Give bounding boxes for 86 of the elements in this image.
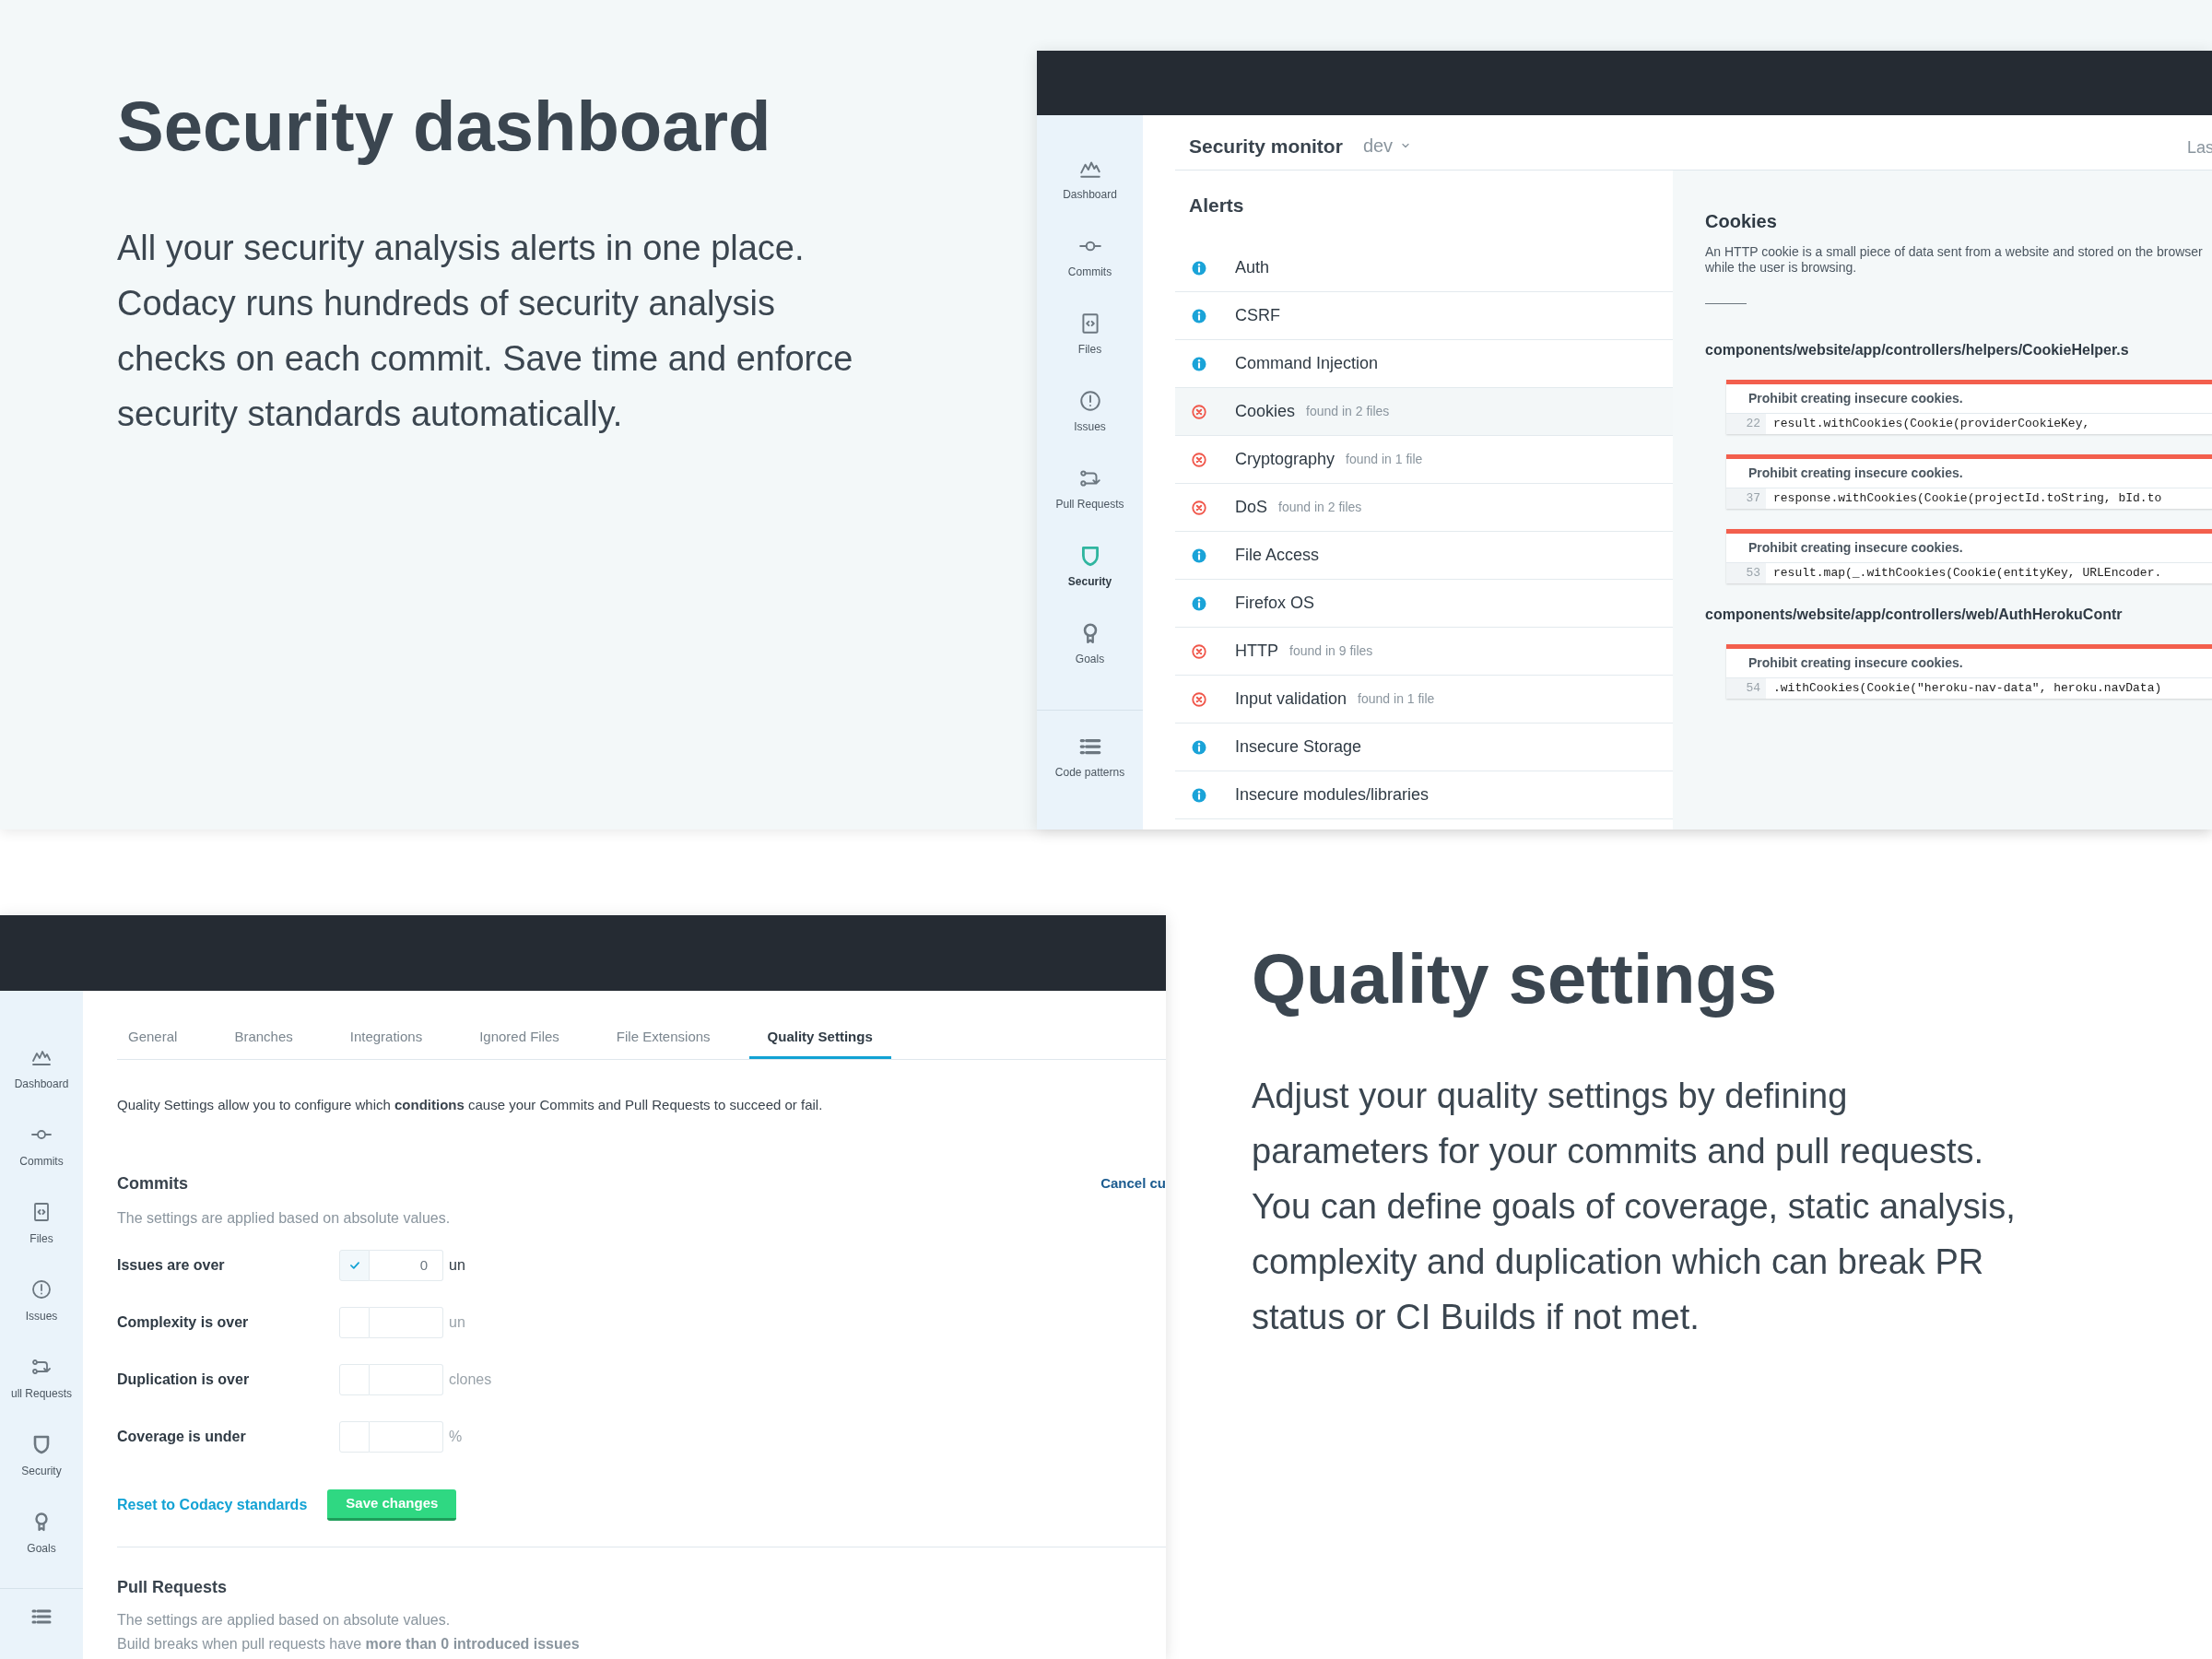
alert-name: HTTP — [1235, 641, 1278, 662]
sidebar-item[interactable]: Dashboard — [0, 1046, 83, 1124]
tab[interactable]: Ignored Files — [461, 1018, 578, 1059]
alert-name: Input validation — [1235, 688, 1347, 710]
sidebar-item[interactable]: Goals — [0, 1511, 83, 1588]
tab[interactable]: Quality Settings — [748, 1018, 891, 1059]
file-path: components/website/app/controllers/web/AuthHerokuContr — [1705, 606, 2124, 624]
alert-name: CSRF — [1235, 305, 1280, 326]
alert-detail: found in 2 files — [1278, 499, 1362, 516]
number-field[interactable] — [370, 1363, 443, 1395]
alert-name: Insecure Storage — [1235, 736, 1362, 758]
alert-name: Command Injection — [1235, 353, 1379, 374]
section-subtitle: The settings are applied based on absolute values. — [117, 1208, 451, 1228]
sidebar-item[interactable]: ull Requests — [0, 1356, 83, 1433]
issue-message: Prohibit creating insecure cookies. — [1726, 459, 2212, 488]
sidebar-item[interactable]: Goals — [1037, 621, 1143, 699]
sidebar-item[interactable]: Issues — [1037, 389, 1143, 466]
sidebar-item[interactable]: Commits — [1037, 234, 1143, 312]
sidebar-item[interactable]: Files — [0, 1201, 83, 1278]
unit-label: un — [449, 1312, 465, 1332]
line-number: 53 — [1726, 563, 1766, 583]
tab[interactable]: Integrations — [331, 1018, 441, 1059]
section-title: Commits — [117, 1172, 189, 1194]
alert-detail: found in 2 files — [1306, 403, 1390, 420]
sidebar-item[interactable]: Dashboard — [1037, 157, 1143, 234]
alert-name: Cryptography — [1235, 449, 1335, 470]
page-title: Security monitor — [1189, 134, 1343, 159]
sidebar-item[interactable]: Pull Requests — [1037, 466, 1143, 544]
number-field[interactable] — [370, 1306, 443, 1338]
alert-name: Firefox OS — [1235, 593, 1315, 614]
alert-circle-icon — [1077, 389, 1102, 413]
cancel-link[interactable]: Cancel cu — [1100, 1172, 1166, 1194]
checkbox[interactable] — [339, 1249, 370, 1281]
tab[interactable]: Branches — [216, 1018, 312, 1059]
alert-name: Auth — [1235, 257, 1270, 278]
issue-message: Prohibit creating insecure cookies. — [1726, 649, 2212, 678]
rule-label: Complexity is over — [117, 1312, 250, 1332]
rule-label: Issues are over — [117, 1255, 226, 1275]
checkbox[interactable] — [339, 1306, 370, 1338]
code-line: response.withCookies(Cookie(projectId.toString, bId.to — [1772, 490, 2162, 508]
section-subtitle: The settings are applied based on absolute values. — [117, 1610, 452, 1630]
unit-label: % — [449, 1427, 463, 1446]
code-line: .withCookies(Cookie("heroku-nav-data", heroku.navData) — [1772, 680, 2162, 698]
alert-detail: found in 1 file — [1346, 451, 1423, 468]
sidebar-item[interactable]: Code patterns — [1037, 735, 1143, 812]
line-number: 37 — [1726, 488, 1766, 509]
rule-label: Coverage is under — [117, 1427, 247, 1446]
section-heading: Quality settings — [1252, 940, 1779, 1018]
intro-text: Quality Settings allow you to configure which conditions cause your Commits and Pull Requests to succeed or fail. — [117, 1096, 824, 1114]
file-path: components/website/app/controllers/helpers/CookieHelper.s — [1705, 341, 2130, 359]
section-description: Adjust your quality settings by defining parameters for your commits and pull requests. You can define goals of coverage, static analysis, complexity and duplication which can break PR status or CI Builds if not met. — [1252, 1075, 2017, 1338]
sidebar-item[interactable]: Security — [0, 1433, 83, 1511]
alert-row[interactable]: Cookies found in 2 files — [1175, 388, 1673, 436]
number-field[interactable] — [370, 1420, 443, 1453]
tab[interactable]: General — [117, 1018, 196, 1059]
sidebar-item[interactable]: Files — [1037, 312, 1143, 389]
unit-label: clones — [449, 1370, 492, 1389]
alert-name: Insecure modules/libraries — [1235, 784, 1430, 806]
alert-name: DoS — [1235, 497, 1267, 518]
detail-description: An HTTP cookie is a small piece of data sent from a website and stored on the browser while the user is browsing. — [1705, 244, 2204, 276]
alert-detail: found in 1 file — [1358, 690, 1435, 708]
line-number: 22 — [1726, 414, 1766, 434]
alert-name: Cookies — [1235, 401, 1296, 422]
detail-title: Cookies — [1705, 210, 1778, 233]
code-line: result.map(_.withCookies(Cookie(entityKey, URLEncoder. — [1772, 565, 2162, 582]
code-line: result.withCookies(Cookie(providerCookieKey, — [1772, 416, 2090, 433]
line-number: 54 — [1726, 678, 1766, 699]
section-description: All your security analysis alerts in one place. Codacy runs hundreds of security analysis checks on each commit. Save time and enforce security standards automatically. — [117, 227, 854, 435]
rule-label: Duplication is over — [117, 1370, 251, 1389]
section-note: Build breaks when pull requests have more than 0 introduced issues — [117, 1634, 581, 1653]
issue-message: Prohibit creating insecure cookies. — [1726, 534, 2212, 563]
checkbox[interactable] — [339, 1363, 370, 1395]
sidebar-item[interactable]: Issues — [0, 1278, 83, 1356]
sidebar-item[interactable]: Commits — [0, 1124, 83, 1201]
tab[interactable]: File Extensions — [597, 1018, 729, 1059]
alert-detail: found in 9 files — [1289, 642, 1373, 660]
number-field[interactable]: 0 — [370, 1249, 443, 1281]
section-title: Pull Requests — [117, 1576, 229, 1598]
section-heading: Security dashboard — [117, 88, 772, 165]
unit-label: un — [449, 1255, 465, 1275]
sidebar-item[interactable]: Security — [1037, 544, 1143, 621]
alerts-title: Alerts — [1188, 194, 1245, 218]
alert-circle-icon — [30, 1278, 53, 1300]
checkbox[interactable] — [339, 1420, 370, 1453]
issue-message: Prohibit creating insecure cookies. — [1726, 384, 2212, 414]
alert-name: File Access — [1235, 545, 1320, 566]
